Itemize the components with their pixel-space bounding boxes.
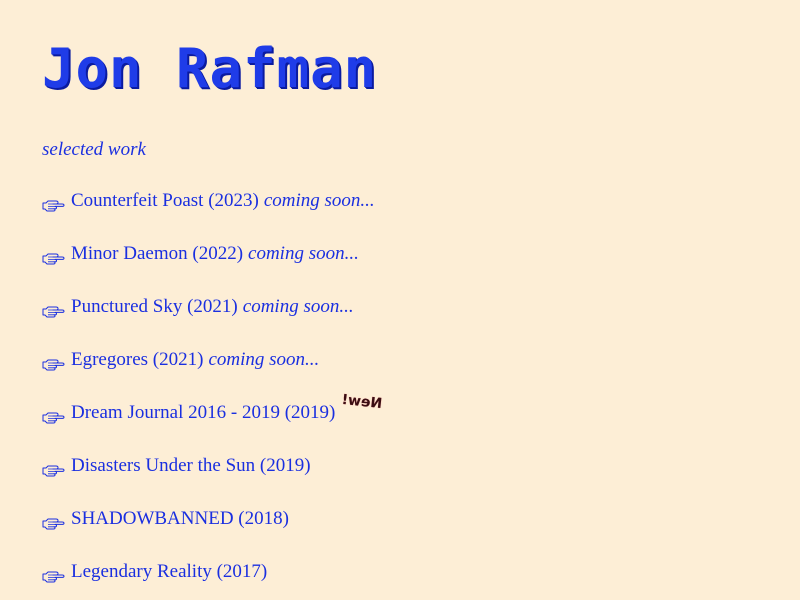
work-link-disasters-under-the-sun[interactable]: Disasters Under the Sun (2019) [71,454,311,478]
list-item: Disasters Under the Sun (2019) [42,454,382,507]
work-link-shadowbanned[interactable]: SHADOWBANNED (2018) [71,507,289,531]
list-item: SHADOWBANNED (2018) [42,507,382,560]
work-link-counterfeit-poast[interactable]: Counterfeit Poast (2023) [71,189,259,213]
pointing-hand-icon [42,566,66,583]
work-link-egregores[interactable]: Egregores (2021) [71,348,203,372]
list-item: Dream Journal 2016 - 2019 (2019) New! [42,392,383,454]
status-text: coming soon... [242,296,354,317]
pointing-hand-icon [42,195,66,212]
section-subtitle: selected work [42,139,146,160]
list-item: Counterfeit Poast (2023) coming soon... [42,189,382,242]
pointing-hand-icon [42,460,66,477]
status-text: coming soon... [248,243,359,264]
work-link-minor-daemon[interactable]: Minor Daemon (2022) [71,242,243,266]
pointing-hand-icon [42,248,66,265]
work-link-punctured-sky[interactable]: Punctured Sky (2021) [71,295,238,319]
pointing-hand-icon [42,513,66,530]
work-link-dream-journal[interactable]: Dream Journal 2016 - 2019 (2019) [71,401,335,425]
pointing-hand-icon [42,354,66,371]
new-badge: New! [341,391,384,413]
list-item: Legendary Reality (2017) [42,560,382,600]
page-title: Jon Rafman [42,37,378,100]
status-text: coming soon... [208,349,320,370]
work-link-legendary-reality[interactable]: Legendary Reality (2017) [71,560,267,584]
work-list: Counterfeit Poast (2023) coming soon... … [42,189,383,600]
page: Jon Rafman selected work Counterfeit Poa… [42,0,782,600]
list-item: Minor Daemon (2022) coming soon... [42,242,382,295]
status-text: coming soon... [263,190,375,211]
list-item: Punctured Sky (2021) coming soon... [42,295,382,348]
pointing-hand-icon [42,301,66,318]
pointing-hand-icon [42,407,66,424]
list-item: Egregores (2021) coming soon... [42,348,382,401]
